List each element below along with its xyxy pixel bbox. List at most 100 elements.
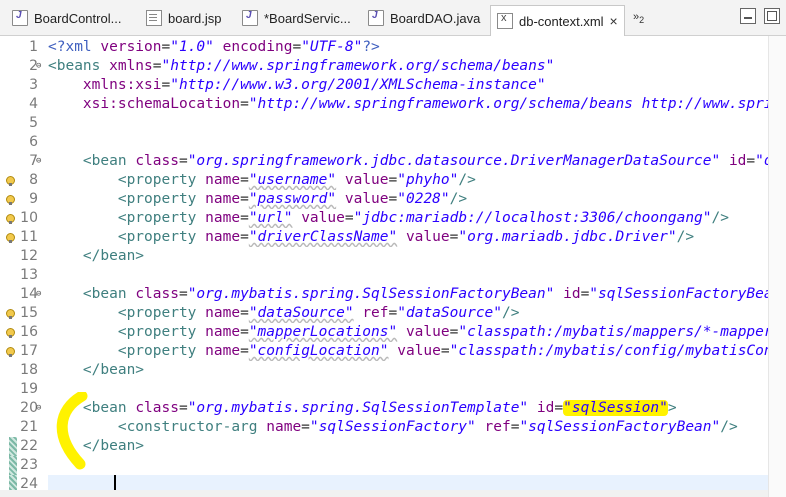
tag-open: <beans — [48, 58, 110, 74]
attribute-value: "sqlSessionFactoryBean" — [589, 286, 768, 302]
code-line: 19 — [0, 380, 786, 399]
attribute-value: "password" — [248, 191, 337, 207]
line-number: 6 — [29, 134, 38, 150]
maximize-icon — [767, 11, 777, 21]
code-line: 4 xsi:schemaLocation="http://www.springf… — [0, 95, 786, 114]
tag-close: </bean> — [82, 248, 145, 264]
code-line: 13 — [0, 266, 786, 285]
code-line: 11 <property name="driverClassName" valu… — [0, 228, 786, 247]
tag-close: </bean> — [82, 438, 145, 454]
tag-open: <property — [117, 210, 206, 226]
line-number: 11 — [20, 229, 38, 245]
xml-file-icon — [497, 12, 513, 29]
java-file-icon — [242, 10, 258, 26]
horizontal-scrollbar[interactable] — [0, 490, 768, 497]
fold-collapse-icon[interactable]: ⊖ — [36, 152, 41, 171]
line-number: 18 — [20, 362, 38, 378]
code-line: 6 — [0, 133, 786, 152]
attribute-name: name — [205, 229, 241, 245]
code-line: 21 <constructor-arg name="sqlSessionFact… — [0, 418, 786, 437]
tag-open: <property — [117, 305, 206, 321]
code-line: 10 <property name="url" value="jdbc:mari… — [0, 209, 786, 228]
code-line: 8 <property name="username" value="phyho… — [0, 171, 786, 190]
attribute-name: name — [205, 191, 241, 207]
line-number: 17 — [20, 343, 38, 359]
annotation-bracket — [56, 392, 88, 470]
highlighted-attribute-value: "sqlSession" — [563, 400, 668, 416]
code-line: 12 </bean> — [0, 247, 786, 266]
code-line: 7 ⊖ <bean class="org.springframework.jdb… — [0, 152, 786, 171]
attribute-name: ref — [484, 419, 511, 435]
attribute-value: "classpath:/mybatis/config/mybatisConfig… — [449, 343, 768, 359]
attribute-name: id — [728, 153, 747, 169]
tag-open: <property — [117, 324, 206, 340]
line-number: 4 — [29, 96, 38, 112]
attribute-value: "dataSource" — [397, 305, 503, 321]
attribute-value: "classpath:/mybatis/mappers/*-mapper.xml… — [458, 324, 768, 340]
line-number: 23 — [20, 457, 38, 473]
attribute-name: value — [405, 324, 450, 340]
attribute-value: "mapperLocations" — [248, 324, 398, 340]
attribute-value: "org.mybatis.spring.SqlSessionTemplate" — [187, 400, 529, 416]
tag-close: /> — [720, 419, 738, 435]
code-line: 20 ⊖ <bean class="org.mybatis.spring.Sql… — [0, 399, 786, 418]
tab-label: db-context.xml — [519, 13, 604, 29]
vertical-scrollbar[interactable] — [768, 36, 786, 497]
attribute-name: name — [205, 172, 241, 188]
tag-close: /> — [458, 172, 476, 188]
xml-editor[interactable]: 1 <?xml version="1.0" encoding="UTF-8"?>… — [0, 36, 786, 497]
attribute-name: value — [397, 343, 441, 359]
java-file-icon — [368, 10, 384, 26]
line-number: 7 — [29, 153, 38, 169]
tab-db-context[interactable]: db-context.xml × — [490, 5, 625, 36]
attribute-name: class — [135, 153, 179, 169]
fold-collapse-icon[interactable]: ⊖ — [36, 285, 41, 304]
line-number: 19 — [20, 381, 38, 397]
line-number: 21 — [20, 419, 38, 435]
attribute-value: "UTF-8" — [301, 39, 363, 55]
line-number: 14 — [20, 286, 38, 302]
tab-board-dao[interactable]: BoardDAO.java — [368, 6, 480, 30]
tag-open: <property — [117, 172, 206, 188]
attribute-value: "dataSource" — [248, 305, 354, 321]
tag-open: <bean — [82, 286, 136, 302]
fold-collapse-icon[interactable]: ⊖ — [36, 399, 41, 418]
tab-board-service[interactable]: *BoardServic... — [242, 6, 351, 30]
tab-label: *BoardServic... — [264, 10, 351, 26]
tab-label: BoardControl... — [34, 10, 122, 26]
close-icon[interactable]: × — [610, 13, 618, 29]
tab-overflow-button[interactable]: »2 — [633, 11, 644, 25]
attribute-name: value — [405, 229, 450, 245]
minimize-button[interactable] — [740, 8, 756, 24]
attribute-name: value — [301, 210, 345, 226]
fold-collapse-icon[interactable]: ⊖ — [36, 57, 41, 76]
line-number: 9 — [29, 191, 38, 207]
tab-label: board.jsp — [168, 10, 222, 26]
attribute-value: "jdbc:mariadb://localhost:3306/choongang… — [353, 210, 712, 226]
tab-board-jsp[interactable]: board.jsp — [146, 6, 221, 30]
tag-close: /> — [502, 305, 520, 321]
attribute-name: name — [205, 324, 241, 340]
attribute-value: "phyho" — [397, 172, 459, 188]
attribute-name: name — [205, 305, 241, 321]
tag-open: <property — [117, 191, 206, 207]
attribute-value: "driverClassName" — [248, 229, 398, 245]
attribute-name: id — [536, 400, 555, 416]
attribute-name: value — [344, 172, 389, 188]
tag-close: > — [667, 400, 677, 416]
code-line: 9 <property name="password" value="0228"… — [0, 190, 786, 209]
line-number: 22 — [20, 438, 38, 454]
code-line: 23 — [0, 456, 786, 475]
tag-open: <property — [117, 229, 206, 245]
attribute-value: "org.mybatis.spring.SqlSessionFactoryBea… — [187, 286, 555, 302]
pi-close: ?> — [362, 39, 380, 55]
tab-board-controller[interactable]: BoardControl... — [12, 6, 121, 30]
attribute-name: class — [135, 400, 179, 416]
attribute-value: "1.0" — [170, 39, 214, 55]
attribute-value: "0228" — [397, 191, 450, 207]
overflow-count: 2 — [639, 15, 645, 26]
attribute-name: id — [563, 286, 581, 302]
code-line: 5 — [0, 114, 786, 133]
maximize-button[interactable] — [764, 8, 780, 24]
line-number: 3 — [29, 77, 38, 93]
